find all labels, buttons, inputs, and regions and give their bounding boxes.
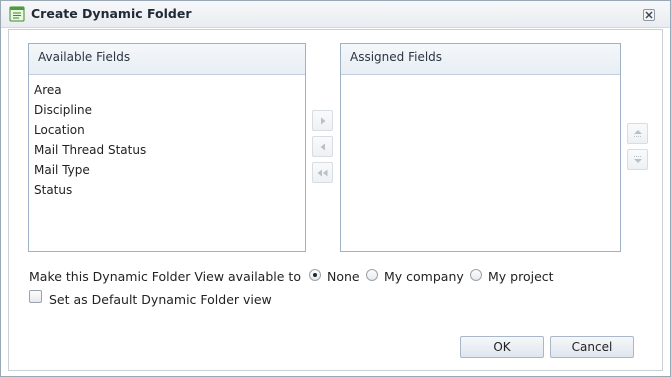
visibility-label: Make this Dynamic Folder View available … — [29, 269, 301, 284]
default-view-checkbox[interactable] — [29, 290, 42, 303]
move-up-button[interactable] — [627, 123, 648, 144]
visibility-none-radio[interactable] — [309, 269, 321, 281]
dialog-titlebar: Create Dynamic Folder — [1, 1, 670, 28]
move-down-button[interactable] — [627, 149, 648, 170]
add-field-button[interactable] — [312, 110, 333, 131]
assigned-fields-list[interactable]: Assigned Fields — [340, 43, 621, 252]
available-fields-list[interactable]: Available Fields Area Discipline Locatio… — [28, 43, 306, 252]
close-icon — [645, 11, 653, 19]
visibility-my-company-label[interactable]: My company — [384, 269, 464, 284]
close-button[interactable] — [643, 9, 655, 21]
list-item[interactable]: Discipline — [34, 100, 305, 120]
form-window-icon — [9, 6, 25, 22]
list-item[interactable]: Status — [34, 180, 305, 200]
list-item[interactable]: Location — [34, 120, 305, 140]
move-down-icon — [633, 156, 642, 163]
list-item[interactable]: Mail Type — [34, 160, 305, 180]
visibility-my-project-label[interactable]: My project — [488, 269, 554, 284]
dialog-body: Available Fields Area Discipline Locatio… — [8, 29, 663, 371]
remove-all-fields-button[interactable] — [312, 162, 333, 183]
dialog-title: Create Dynamic Folder — [31, 6, 192, 21]
ok-button[interactable]: OK — [460, 336, 544, 358]
default-view-label[interactable]: Set as Default Dynamic Folder view — [49, 292, 272, 307]
move-left-icon — [320, 143, 325, 150]
remove-field-button[interactable] — [312, 136, 333, 157]
move-all-left-icon — [317, 169, 328, 176]
visibility-none-label[interactable]: None — [327, 269, 360, 284]
list-item[interactable]: Area — [34, 80, 305, 100]
visibility-my-project-radio[interactable] — [470, 269, 482, 281]
move-right-icon — [320, 117, 325, 124]
list-item[interactable]: Mail Thread Status — [34, 140, 305, 160]
create-dynamic-folder-dialog: Create Dynamic Folder Available Fields A… — [0, 0, 671, 377]
move-up-icon — [633, 130, 642, 137]
assigned-fields-header: Assigned Fields — [341, 44, 620, 75]
cancel-button[interactable]: Cancel — [550, 336, 634, 358]
visibility-my-company-radio[interactable] — [366, 269, 378, 281]
available-fields-header: Available Fields — [29, 44, 305, 75]
